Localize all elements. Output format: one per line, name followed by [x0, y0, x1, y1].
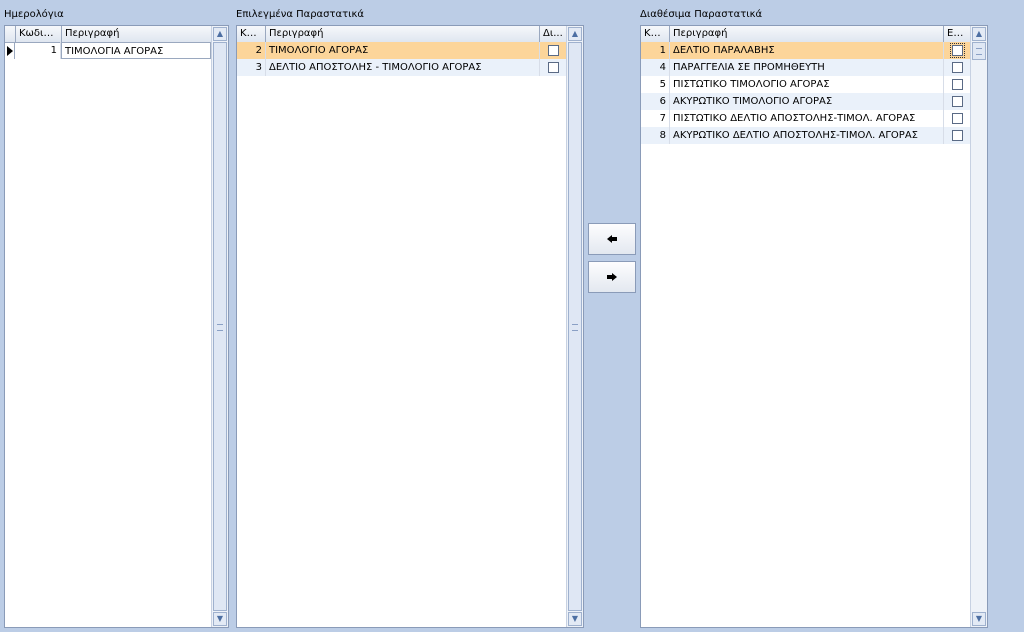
- selected-docs-header: Κω... Περιγραφή Δι...: [237, 26, 566, 43]
- table-row[interactable]: 1 ΤΙΜΟΛΟΓΙΑ ΑΓΟΡΑΣ: [5, 42, 211, 59]
- row-checkbox[interactable]: [547, 45, 559, 56]
- arrow-left-icon: [607, 235, 617, 243]
- cell-flag[interactable]: [944, 76, 970, 93]
- cell-description[interactable]: ΔΕΛΤΙΟ ΑΠΟΣΤΟΛΗΣ - ΤΙΜΟΛΟΓΙΟ ΑΓΟΡΑΣ: [266, 59, 540, 76]
- available-docs-header: Κω... Περιγραφή Επ...: [641, 26, 970, 43]
- cell-code[interactable]: 2: [237, 42, 266, 59]
- col-header-description[interactable]: Περιγραφή: [266, 26, 540, 42]
- row-pointer-icon: [7, 46, 13, 56]
- table-row[interactable]: 5 ΠΙΣΤΩΤΙΚΟ ΤΙΜΟΛΟΓΙΟ ΑΓΟΡΑΣ: [641, 76, 970, 93]
- cell-description[interactable]: ΑΚΥΡΩΤΙΚΟ ΤΙΜΟΛΟΓΙΟ ΑΓΟΡΑΣ: [670, 93, 944, 110]
- table-row[interactable]: 8 ΑΚΥΡΩΤΙΚΟ ΔΕΛΤΙΟ ΑΠΟΣΤΟΛΗΣ-ΤΙΜΟΛ. ΑΓΟΡ…: [641, 127, 970, 144]
- current-row-indicator: [5, 42, 15, 59]
- cell-description[interactable]: ΠΙΣΤΩΤΙΚΟ ΤΙΜΟΛΟΓΙΟ ΑΓΟΡΑΣ: [670, 76, 944, 93]
- scroll-down-icon[interactable]: ▼: [568, 612, 582, 626]
- cell-code[interactable]: 4: [641, 59, 670, 76]
- available-docs-title: Διαθέσιμα Παραστατικά: [640, 9, 763, 20]
- journals-header: Κωδικός Περιγραφή: [5, 26, 211, 43]
- table-row[interactable]: 4 ΠΑΡΑΓΓΕΛΙΑ ΣΕ ΠΡΟΜΗΘΕΥΤΗ: [641, 59, 970, 76]
- row-checkbox[interactable]: [951, 96, 963, 107]
- col-header-description[interactable]: Περιγραφή: [62, 26, 211, 42]
- journals-title: Ημερολόγια: [4, 9, 64, 20]
- cell-flag[interactable]: [540, 42, 566, 59]
- col-header-code[interactable]: Κω...: [237, 26, 266, 42]
- cell-code[interactable]: 8: [641, 127, 670, 144]
- cell-flag[interactable]: [944, 93, 970, 110]
- cell-flag[interactable]: [944, 110, 970, 127]
- cell-code[interactable]: 3: [237, 59, 266, 76]
- table-row[interactable]: 3 ΔΕΛΤΙΟ ΑΠΟΣΤΟΛΗΣ - ΤΙΜΟΛΟΓΙΟ ΑΓΟΡΑΣ: [237, 59, 566, 76]
- scroll-down-icon[interactable]: ▼: [213, 612, 227, 626]
- selected-docs-scrollbar[interactable]: ▲ ▼: [566, 26, 583, 627]
- selected-docs-grid[interactable]: Κω... Περιγραφή Δι... 2 ΤΙΜΟΛΟΓΙΟ ΑΓΟΡΑΣ…: [236, 25, 584, 628]
- cell-flag[interactable]: [944, 42, 970, 59]
- cell-code[interactable]: 1: [15, 42, 61, 59]
- row-checkbox[interactable]: [949, 43, 965, 58]
- scroll-up-icon[interactable]: ▲: [213, 27, 227, 41]
- journals-grid[interactable]: Κωδικός Περιγραφή 1 ΤΙΜΟΛΟΓΙΑ ΑΓΟΡΑΣ ▲ ▼: [4, 25, 229, 628]
- cell-code[interactable]: 7: [641, 110, 670, 127]
- cell-description[interactable]: ΑΚΥΡΩΤΙΚΟ ΔΕΛΤΙΟ ΑΠΟΣΤΟΛΗΣ-ΤΙΜΟΛ. ΑΓΟΡΑΣ: [670, 127, 944, 144]
- table-row[interactable]: 7 ΠΙΣΤΩΤΙΚΟ ΔΕΛΤΙΟ ΑΠΟΣΤΟΛΗΣ-ΤΙΜΟΛ. ΑΓΟΡ…: [641, 110, 970, 127]
- cell-code[interactable]: 6: [641, 93, 670, 110]
- arrow-right-icon: [607, 273, 617, 281]
- journals-scrollbar[interactable]: ▲ ▼: [211, 26, 228, 627]
- row-indicator-header: [5, 26, 16, 42]
- row-checkbox[interactable]: [951, 62, 963, 73]
- col-header-flag[interactable]: Επ...: [944, 26, 970, 42]
- available-docs-scrollbar[interactable]: ▲ ▼: [970, 26, 987, 627]
- col-header-description[interactable]: Περιγραφή: [670, 26, 944, 42]
- row-checkbox[interactable]: [951, 79, 963, 90]
- table-row[interactable]: 2 ΤΙΜΟΛΟΓΙΟ ΑΓΟΡΑΣ: [237, 42, 566, 59]
- row-checkbox[interactable]: [951, 113, 963, 124]
- scroll-up-icon[interactable]: ▲: [972, 27, 986, 41]
- scroll-thumb[interactable]: [213, 42, 227, 611]
- cell-flag[interactable]: [944, 59, 970, 76]
- scroll-up-icon[interactable]: ▲: [568, 27, 582, 41]
- cell-description[interactable]: ΔΕΛΤΙΟ ΠΑΡΑΛΑΒΗΣ: [670, 42, 944, 59]
- move-right-button[interactable]: [588, 261, 636, 293]
- col-header-code[interactable]: Κω...: [641, 26, 670, 42]
- col-header-flag[interactable]: Δι...: [540, 26, 566, 42]
- cell-code[interactable]: 1: [641, 42, 670, 59]
- cell-description[interactable]: ΤΙΜΟΛΟΓΙΑ ΑΓΟΡΑΣ: [61, 42, 211, 59]
- table-row[interactable]: 1 ΔΕΛΤΙΟ ΠΑΡΑΛΑΒΗΣ: [641, 42, 970, 59]
- col-header-code[interactable]: Κωδικός: [16, 26, 62, 42]
- cell-flag[interactable]: [540, 59, 566, 76]
- scroll-thumb[interactable]: [972, 42, 986, 60]
- scroll-thumb[interactable]: [568, 42, 582, 611]
- scroll-down-icon[interactable]: ▼: [972, 612, 986, 626]
- cell-flag[interactable]: [944, 127, 970, 144]
- table-row[interactable]: 6 ΑΚΥΡΩΤΙΚΟ ΤΙΜΟΛΟΓΙΟ ΑΓΟΡΑΣ: [641, 93, 970, 110]
- selected-docs-title: Επιλεγμένα Παραστατικά: [236, 9, 364, 20]
- cell-description[interactable]: ΠΙΣΤΩΤΙΚΟ ΔΕΛΤΙΟ ΑΠΟΣΤΟΛΗΣ-ΤΙΜΟΛ. ΑΓΟΡΑΣ: [670, 110, 944, 127]
- cell-description[interactable]: ΤΙΜΟΛΟΓΙΟ ΑΓΟΡΑΣ: [266, 42, 540, 59]
- row-checkbox[interactable]: [951, 130, 963, 141]
- cell-code[interactable]: 5: [641, 76, 670, 93]
- row-checkbox[interactable]: [547, 62, 559, 73]
- available-docs-grid[interactable]: Κω... Περιγραφή Επ... 1 ΔΕΛΤΙΟ ΠΑΡΑΛΑΒΗΣ…: [640, 25, 988, 628]
- cell-description[interactable]: ΠΑΡΑΓΓΕΛΙΑ ΣΕ ΠΡΟΜΗΘΕΥΤΗ: [670, 59, 944, 76]
- move-left-button[interactable]: [588, 223, 636, 255]
